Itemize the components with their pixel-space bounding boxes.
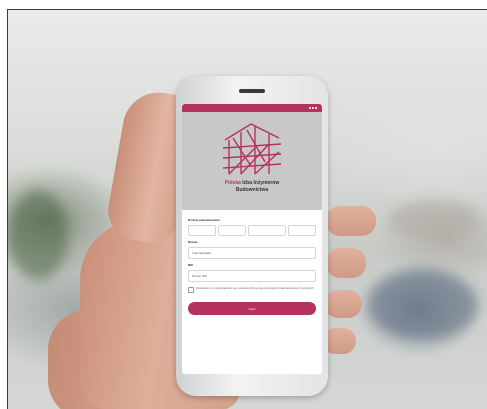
consent-row: Oświadczam, że zapoznałem/am się z klauz… bbox=[188, 287, 316, 293]
finger-index bbox=[326, 206, 376, 236]
phone-screen: Polska Izba Inżynierów Budownictwa Rodza… bbox=[182, 104, 322, 374]
app-title: Polska Izba Inżynierów Budownictwa bbox=[182, 180, 322, 194]
type-option-4[interactable] bbox=[288, 225, 316, 236]
consent-text: Oświadczam, że zapoznałem/am się z klauz… bbox=[196, 287, 315, 290]
title-line2: Budownictwa bbox=[235, 187, 269, 193]
smartphone: Polska Izba Inżynierów Budownictwa Rodza… bbox=[176, 76, 328, 396]
report-form: Rodzaj zawiadomienia Nazwa Imię Nazwisko… bbox=[182, 210, 322, 319]
nip-field[interactable]: Numer NIP bbox=[188, 270, 316, 282]
finger-middle bbox=[326, 248, 366, 278]
type-option-3[interactable] bbox=[247, 225, 287, 236]
status-bar bbox=[182, 104, 322, 112]
type-label: Rodzaj zawiadomienia bbox=[188, 218, 220, 222]
title-accent: Polska bbox=[224, 180, 241, 186]
type-options bbox=[188, 225, 316, 236]
blurred-building bbox=[388, 200, 478, 240]
finger-ring bbox=[324, 290, 362, 318]
speaker-grille bbox=[239, 89, 265, 93]
submit-button[interactable]: Zgłoś bbox=[188, 302, 316, 315]
building-logo-icon bbox=[222, 123, 282, 175]
battery-icon bbox=[315, 107, 317, 109]
type-option-2[interactable] bbox=[217, 225, 246, 236]
consent-checkbox[interactable] bbox=[188, 287, 194, 293]
hero-illustration: Polska Izba Inżynierów Budownictwa bbox=[182, 112, 322, 210]
signal-icon bbox=[309, 107, 311, 109]
wifi-icon bbox=[312, 107, 314, 109]
name-field[interactable]: Imię Nazwisko bbox=[188, 247, 316, 259]
name-label: Nazwa bbox=[188, 240, 198, 244]
title-line1: Izba Inżynierów bbox=[242, 180, 280, 186]
nip-label: NIP bbox=[188, 263, 194, 267]
status-icons bbox=[309, 107, 317, 109]
type-option-1[interactable] bbox=[188, 225, 216, 236]
blurred-tree bbox=[8, 190, 68, 280]
blurred-car bbox=[368, 270, 478, 340]
